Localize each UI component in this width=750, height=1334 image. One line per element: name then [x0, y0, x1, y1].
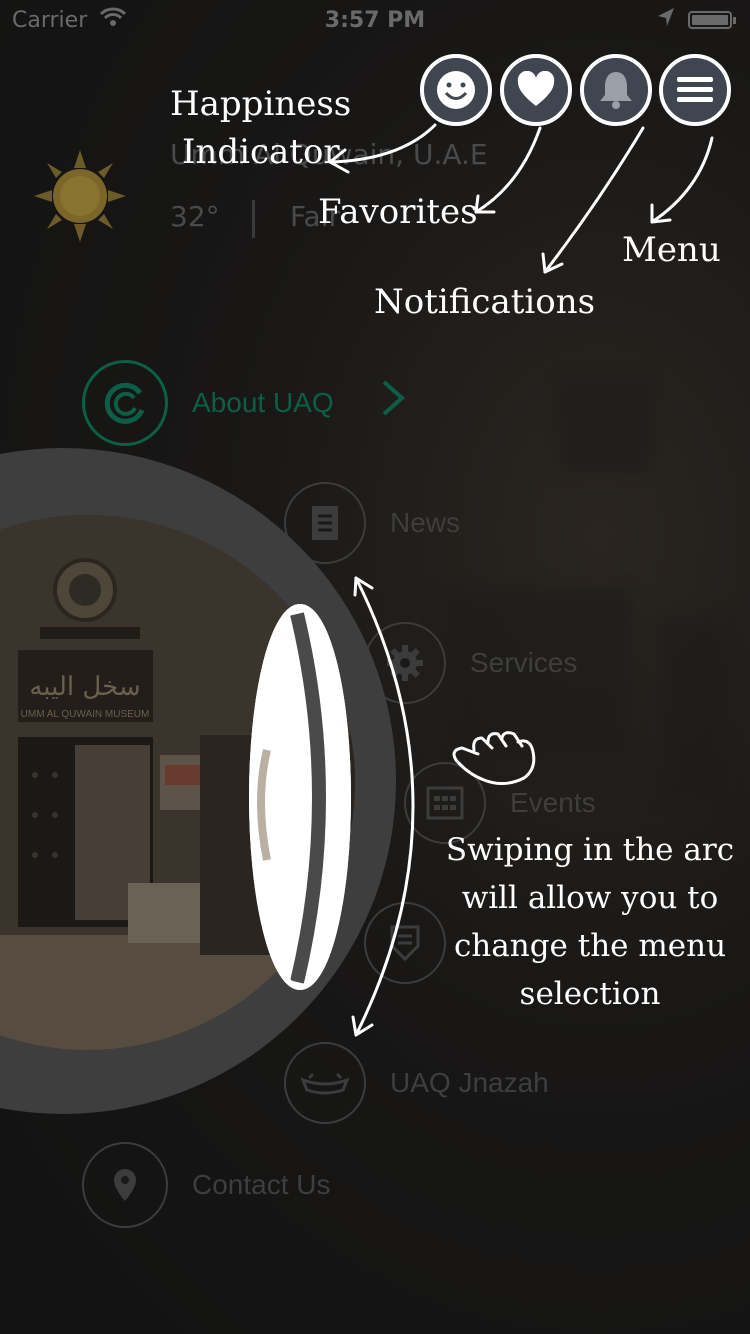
- hand-swipe-icon: [448, 728, 540, 792]
- swipe-line: change the menu: [453, 928, 727, 964]
- annotation-notifications: Notifications: [374, 282, 596, 322]
- swipe-line: Swiping in the arc: [445, 832, 735, 868]
- annotation-menu: Menu: [622, 230, 721, 270]
- swipe-line: will allow you to: [461, 880, 719, 916]
- tutorial-overlay-screen: Carrier 3:57 PM Umm Al Quwain, U.A.E 32°…: [0, 0, 750, 1334]
- annotation-happiness-line2: Indicator: [182, 132, 340, 172]
- swipe-instruction: Swiping in the arc will allow you to cha…: [440, 826, 740, 1018]
- annotation-happiness-line1: Happiness: [170, 84, 352, 124]
- annotation-favorites: Favorites: [318, 192, 478, 232]
- swipe-line: selection: [519, 976, 661, 1012]
